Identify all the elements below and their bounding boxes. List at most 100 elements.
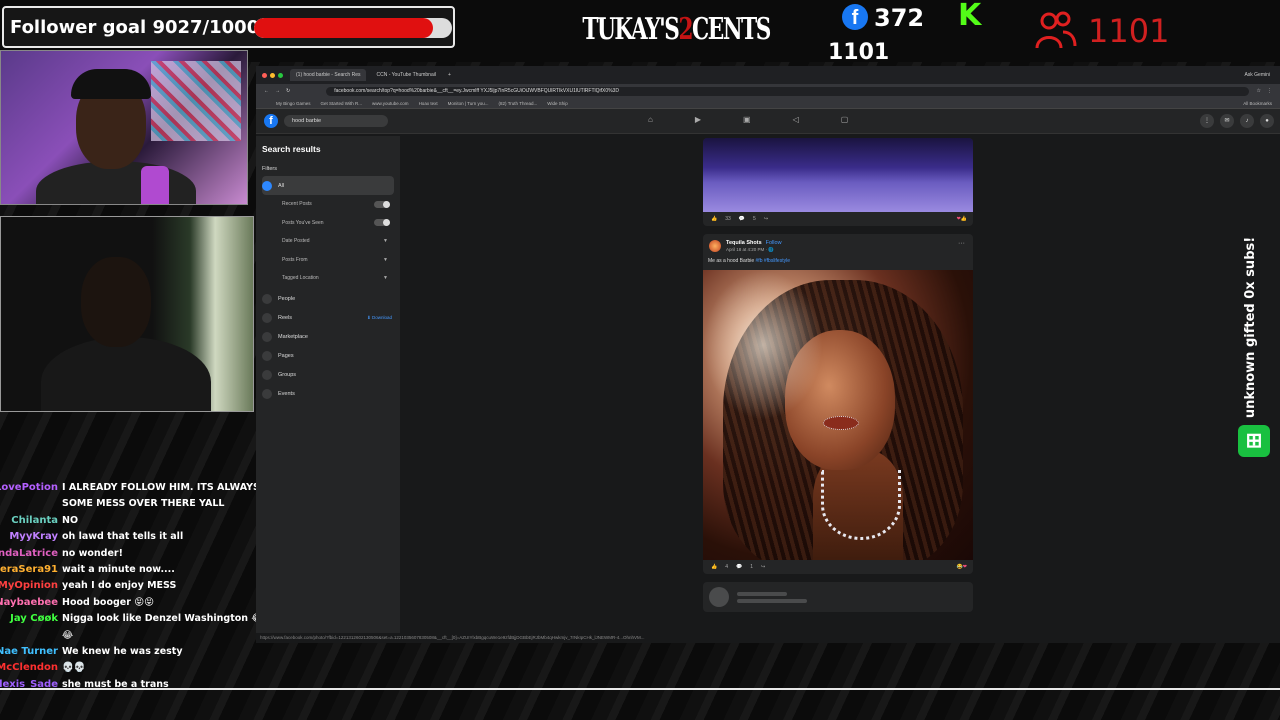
category-groups[interactable]: Groups [262, 366, 394, 385]
filter-posts-from[interactable]: Posts From ▼ [262, 251, 394, 270]
follow-button[interactable]: Follow [766, 240, 782, 246]
back-arrow-icon[interactable]: ← [264, 88, 269, 94]
address-input[interactable]: facebook.com/search/top?q=hood%20barbie&… [326, 86, 1249, 96]
post-header: Tequila Shots Follow April 18 at 4:20 PM … [703, 234, 973, 270]
bookmark-item[interactable]: www.youtube.com [372, 101, 409, 106]
category-marketplace[interactable]: Marketplace [262, 328, 394, 347]
chat-username[interactable]: sexyLovePotion [0, 480, 62, 513]
reload-icon[interactable]: ↻ [286, 88, 290, 94]
post-image-previous[interactable] [703, 138, 973, 212]
gaming-icon[interactable]: ▢ [841, 115, 849, 124]
bookmark-item[interactable]: Moniton | Turn you... [448, 101, 489, 106]
post-menu-icon[interactable]: ··· [958, 240, 965, 247]
browser-tab-facebook[interactable]: (1) hood barbie - Search Res [290, 69, 367, 81]
follower-goal-progress-bar [254, 18, 452, 38]
caption-hashtags[interactable]: #fb #fbslifestyle [756, 258, 790, 264]
home-icon[interactable]: ⌂ [648, 115, 653, 124]
chat-text: I ALREADY FOLLOW HIM. ITS ALWAYS SOME ME… [62, 482, 260, 510]
all-bookmarks-button[interactable]: All Bookmarks [1243, 101, 1272, 106]
close-window-icon[interactable] [262, 72, 267, 78]
share-icon[interactable]: ↪ [764, 216, 768, 222]
logo-text-1: TUKAY'S [582, 12, 679, 47]
people-icon [262, 294, 272, 304]
chat-username[interactable]: Alexis_Sade [0, 677, 62, 693]
placeholder-avatar [709, 587, 729, 607]
chat-username[interactable]: TrustMyOpinion [0, 578, 62, 594]
category-marketplace-label: Marketplace [278, 334, 308, 340]
chat-username[interactable]: YolandaLatrice [0, 546, 62, 562]
notifications-icon[interactable]: ♪ [1240, 114, 1254, 128]
chat-username[interactable]: Daryl McClendon [0, 660, 62, 676]
bookmark-item[interactable]: Hoax text [419, 101, 438, 106]
menu-grid-icon[interactable]: ⋮ [1200, 114, 1214, 128]
viewers-icon [1035, 11, 1077, 49]
groups-icon[interactable]: ◁ [793, 115, 799, 124]
gift-icon: ⊞ [1238, 425, 1270, 457]
post-card-previous: 👍 33 💬 5 ↪ ❤👍 [703, 138, 973, 226]
category-people[interactable]: People [262, 290, 394, 309]
filter-posts-seen-label: Posts You've Seen [282, 219, 324, 226]
filter-recent-posts[interactable]: Recent Posts [262, 195, 394, 214]
like-icon[interactable]: 👍 [711, 564, 717, 570]
bookmark-star-icon[interactable]: ☆ [1257, 88, 1261, 94]
author-name[interactable]: Tequila Shots [726, 240, 762, 246]
caption-text: Me as a hood Barbie [708, 258, 755, 264]
ask-gemini-button[interactable]: Ask Gemini [1244, 72, 1270, 78]
marketplace-icon[interactable]: ▣ [743, 115, 751, 124]
placeholder-line [737, 592, 787, 596]
category-pages[interactable]: Pages [262, 347, 394, 366]
viewer-count: 1101 [1088, 12, 1170, 50]
post-date[interactable]: April 18 at 4:20 PM · 🌐 [726, 247, 774, 253]
bookmark-item[interactable]: Get Started With R... [321, 101, 363, 106]
facebook-logo-icon[interactable]: f [264, 114, 278, 128]
filter-posts-seen[interactable]: Posts You've Seen [262, 214, 394, 233]
guest-webcam [0, 216, 254, 412]
category-people-label: People [278, 296, 296, 302]
chat-text: wait a minute now.... [62, 564, 175, 576]
chat-username[interactable]: Jay Cøøk [0, 611, 62, 644]
sub-gift-alert: unknown gifted 0x subs! [1236, 232, 1266, 422]
all-results-icon [262, 180, 272, 191]
comment-count: 1 [750, 564, 754, 570]
forward-arrow-icon[interactable]: → [275, 88, 280, 94]
minimize-window-icon[interactable] [270, 72, 275, 78]
video-icon[interactable]: ▶ [695, 115, 701, 124]
category-events[interactable]: Events [262, 385, 394, 404]
post-image-hood-barbie[interactable] [703, 270, 973, 560]
filters-label: Filters [262, 166, 277, 172]
share-icon[interactable]: ↪ [761, 564, 765, 570]
chat-username[interactable]: Chilanta [0, 513, 62, 529]
posts-seen-toggle[interactable] [374, 219, 390, 227]
like-icon[interactable]: 👍 [711, 216, 717, 222]
bookmark-item[interactable]: (82) Truth Thread... [499, 101, 538, 106]
category-reels[interactable]: Reels ⬇ Download [262, 309, 394, 328]
chat-message: MyyKray oh lawd that tells it all [0, 529, 285, 545]
comment-icon[interactable]: 💬 [736, 564, 742, 570]
download-button[interactable]: ⬇ Download [367, 315, 392, 321]
filter-date-posted[interactable]: Date Posted ▼ [262, 232, 394, 251]
chat-text: yeah I do enjoy MESS [62, 580, 177, 592]
reaction-emoji-icon: 😂❤ [956, 564, 967, 570]
chat-username[interactable]: Naybaebee [0, 595, 62, 611]
chat-username[interactable]: ReNae Turner [0, 644, 62, 660]
channel-logo: TUKAY'S2CENTS [582, 12, 771, 56]
filter-all[interactable]: All [262, 176, 394, 195]
comment-icon[interactable]: 💬 [739, 216, 745, 222]
bookmark-item[interactable]: My Bingo Games [276, 101, 311, 106]
filter-tagged-location[interactable]: Tagged Location ▼ [262, 269, 394, 288]
chat-username[interactable]: MyyKray [0, 529, 62, 545]
new-tab-icon[interactable]: + [448, 72, 451, 78]
recent-posts-toggle[interactable] [374, 200, 390, 208]
browser-tab-youtube[interactable]: CCN - YouTube Thumbnail [370, 69, 441, 81]
maximize-window-icon[interactable] [278, 72, 283, 78]
chat-text: oh lawd that tells it all [62, 531, 184, 543]
profile-avatar[interactable]: ● [1260, 114, 1274, 128]
author-avatar[interactable] [709, 240, 721, 252]
webcam-person-cap [71, 69, 151, 99]
messenger-icon[interactable]: ✉ [1220, 114, 1234, 128]
extensions-icon[interactable]: ⋮ [1267, 88, 1272, 94]
bookmark-item[interactable]: Wide Ship [547, 101, 568, 106]
facebook-search-input[interactable]: hood barbie [284, 115, 388, 127]
facebook-icon: f [842, 4, 868, 30]
chat-username[interactable]: ReneSeraSera91 [0, 562, 62, 578]
